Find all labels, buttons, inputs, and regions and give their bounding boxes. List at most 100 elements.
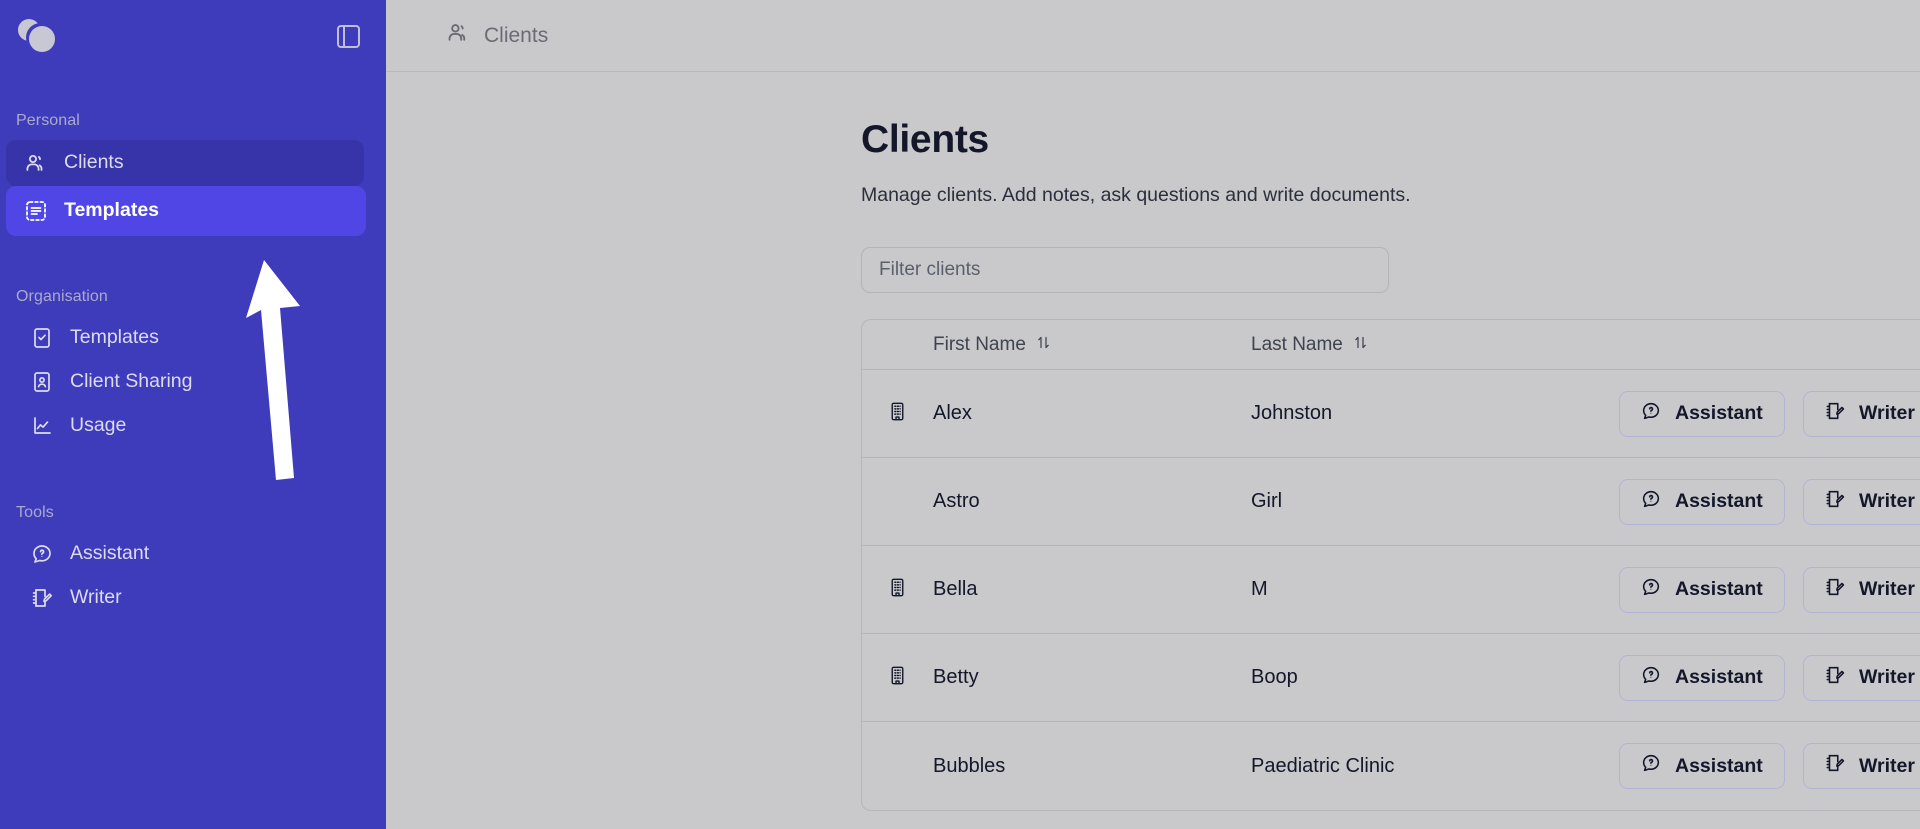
sidebar-item-label: Clients — [64, 151, 124, 174]
sidebar-item-templates-org[interactable]: Templates — [24, 316, 364, 360]
writer-button[interactable]: Writer — [1803, 566, 1920, 613]
building-icon — [887, 401, 908, 427]
writer-label: Writer — [1859, 754, 1915, 777]
sidebar-group-label-personal: Personal — [16, 112, 80, 129]
sidebar-item-assistant[interactable]: Assistant — [24, 532, 364, 576]
building-icon — [887, 665, 908, 691]
sidebar-group-label-tools: Tools — [16, 504, 54, 521]
sidebar: Personal Clients Templates Organisation … — [0, 0, 386, 829]
sidebar-item-label: Assistant — [70, 542, 150, 565]
notebook-pen-icon — [1824, 576, 1846, 604]
cell-last-name: Paediatric Clinic — [1251, 754, 1395, 777]
organisation-icon-cell — [862, 753, 933, 779]
panel-toggle-icon[interactable] — [337, 24, 360, 48]
cell-last-name: Girl — [1251, 490, 1283, 512]
sidebar-item-label: Templates — [70, 326, 159, 349]
writer-label: Writer — [1859, 666, 1915, 688]
table-row[interactable]: Betty Boop Assistant Writer — [862, 634, 1920, 722]
cell-last-name: Johnston — [1251, 402, 1333, 424]
clients-table: First Name Last Name Alex Johnston Assis… — [861, 319, 1920, 811]
breadcrumb-label: Clients — [484, 23, 549, 47]
sidebar-item-label: Usage — [70, 414, 127, 437]
row-actions: Assistant Writer — [1619, 743, 1920, 789]
assistant-button[interactable]: Assistant — [1619, 566, 1785, 613]
building-icon — [887, 577, 908, 603]
sidebar-item-client-sharing[interactable]: Client Sharing — [24, 360, 364, 404]
organisation-icon-cell — [862, 401, 933, 427]
assistant-label: Assistant — [1675, 754, 1763, 777]
sidebar-item-label: Writer — [70, 586, 122, 609]
sort-arrows-icon[interactable] — [1353, 334, 1368, 356]
page-subtitle: Manage clients. Add notes, ask questions… — [861, 184, 1411, 206]
chat-question-icon — [1640, 488, 1662, 516]
two-circles-logo-icon — [18, 18, 64, 54]
main-area: Clients Pro Clients Manage clients. Add … — [386, 0, 1920, 829]
writer-button[interactable]: Writer — [1803, 390, 1920, 437]
chat-question-icon — [1640, 752, 1662, 780]
organisation-icon-cell — [862, 489, 933, 515]
cell-first-name: Bella — [933, 578, 978, 600]
row-actions: Assistant Writer — [1619, 478, 1920, 525]
table-row[interactable]: Bella M Assistant Writer — [862, 546, 1920, 634]
assistant-label: Assistant — [1675, 666, 1763, 688]
sidebar-item-label: Client Sharing — [70, 370, 193, 393]
row-actions: Assistant Writer — [1619, 390, 1920, 437]
organisation-icon-cell — [862, 577, 933, 603]
chat-question-icon — [1640, 400, 1662, 428]
sidebar-item-label: Templates — [64, 199, 160, 222]
notebook-pen-icon — [30, 586, 54, 610]
cell-last-name: Boop — [1251, 666, 1298, 688]
table-row[interactable]: Astro Girl Assistant Writer — [862, 458, 1920, 546]
chat-question-icon — [1640, 576, 1662, 604]
app-root: Personal Clients Templates Organisation … — [0, 0, 1920, 829]
table-header-row: First Name Last Name — [862, 320, 1920, 370]
assistant-label: Assistant — [1675, 490, 1763, 512]
users-icon — [446, 20, 471, 51]
template-dashed-icon — [24, 199, 48, 223]
row-actions: Assistant Writer — [1619, 654, 1920, 701]
cell-first-name: Alex — [933, 402, 972, 424]
assistant-label: Assistant — [1675, 402, 1763, 424]
cell-first-name: Bubbles — [933, 754, 1006, 777]
sidebar-item-clients[interactable]: Clients — [6, 140, 364, 186]
sidebar-section-tools: Tools Assistant Writer — [0, 504, 386, 620]
sidebar-item-writer[interactable]: Writer — [24, 576, 364, 620]
column-header-first-name[interactable]: First Name — [862, 334, 1251, 356]
line-chart-icon — [30, 414, 54, 438]
assistant-button[interactable]: Assistant — [1619, 743, 1785, 789]
sidebar-item-usage[interactable]: Usage — [24, 404, 364, 448]
column-header-last-name[interactable]: Last Name — [1251, 334, 1519, 356]
assistant-button[interactable]: Assistant — [1619, 654, 1785, 701]
chat-question-icon — [1640, 664, 1662, 692]
page-title: Clients — [861, 118, 989, 161]
notebook-pen-icon — [1824, 752, 1846, 780]
chat-question-icon — [30, 542, 54, 566]
document-check-icon — [30, 326, 54, 350]
writer-button[interactable]: Writer — [1803, 654, 1920, 701]
sidebar-item-templates-personal[interactable]: Templates — [6, 186, 366, 236]
topbar: Clients Pro — [386, 0, 1920, 72]
sort-arrows-icon[interactable] — [1036, 334, 1051, 356]
writer-button[interactable]: Writer — [1803, 478, 1920, 525]
id-card-icon — [30, 370, 54, 394]
sidebar-group-label-organisation: Organisation — [16, 288, 108, 305]
users-icon — [24, 151, 48, 175]
table-row[interactable]: Alex Johnston Assistant Writer — [862, 370, 1920, 458]
assistant-button[interactable]: Assistant — [1619, 478, 1785, 525]
breadcrumb: Clients — [446, 20, 548, 51]
sidebar-section-personal: Personal Clients Templates — [0, 112, 386, 236]
notebook-pen-icon — [1824, 488, 1846, 516]
notebook-pen-icon — [1824, 664, 1846, 692]
assistant-button[interactable]: Assistant — [1619, 390, 1785, 437]
sidebar-header — [0, 0, 386, 72]
sidebar-section-organisation: Organisation Templates Client Sharing Us… — [0, 288, 386, 448]
row-actions: Assistant Writer — [1619, 566, 1920, 613]
filter-clients-input[interactable] — [861, 247, 1389, 293]
table-toolbar: + Add New Client — [861, 247, 1920, 293]
writer-button[interactable]: Writer — [1803, 743, 1920, 789]
column-header-label: Last Name — [1251, 333, 1343, 355]
page-content: Clients Manage clients. Add notes, ask q… — [386, 72, 1920, 829]
cell-first-name: Astro — [933, 490, 980, 512]
table-row[interactable]: Bubbles Paediatric Clinic Assistant Writ… — [862, 722, 1920, 810]
assistant-label: Assistant — [1675, 578, 1763, 600]
